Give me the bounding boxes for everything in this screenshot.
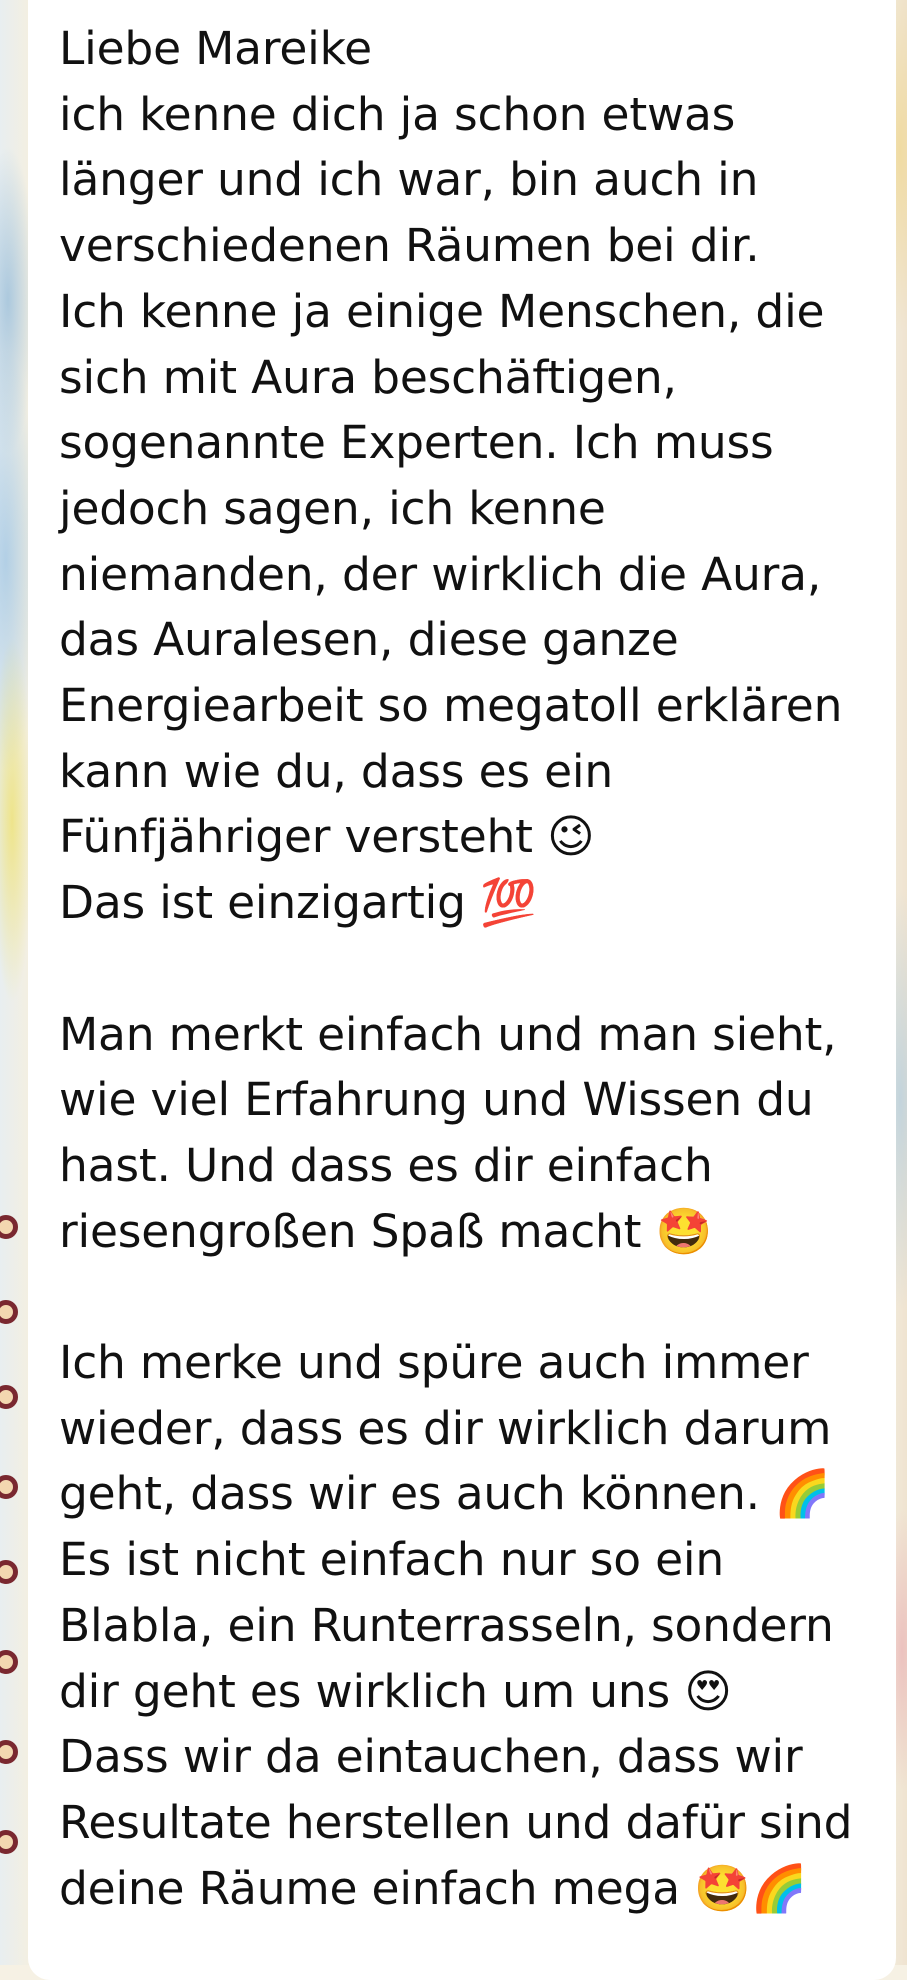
message-text: Liebe Mareike ich kenne dich ja schon et… (59, 22, 853, 1915)
